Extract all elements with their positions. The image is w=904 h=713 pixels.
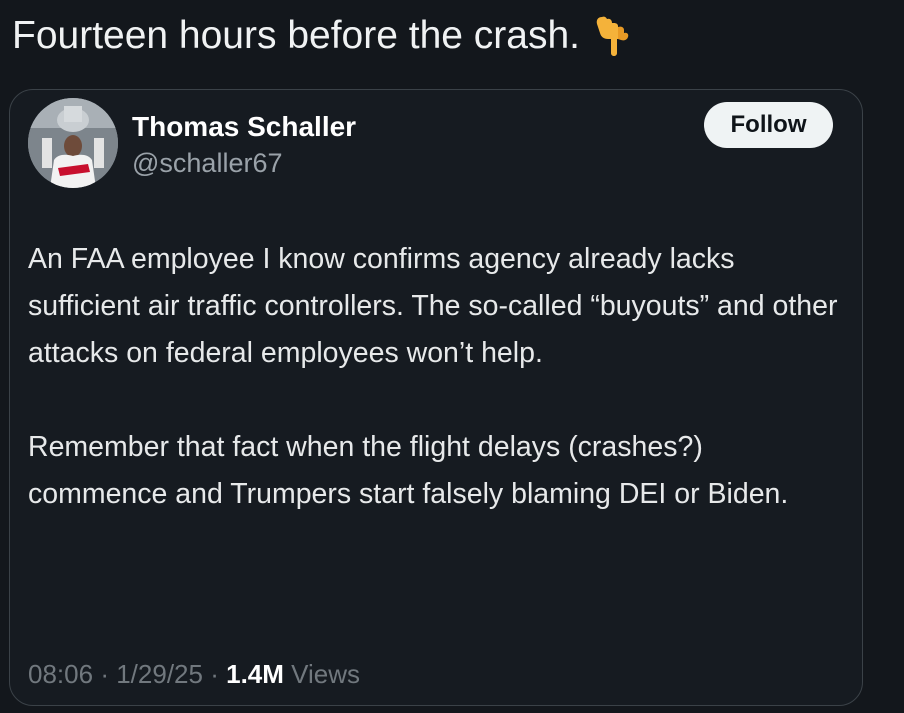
headline: Fourteen hours before the crash. [12,12,634,60]
pointing-down-hand-icon [594,13,634,59]
views-count[interactable]: 1.4M [226,659,284,689]
headline-text: Fourteen hours before the crash. [12,14,580,57]
tweet-meta: 08:06 · 1/29/25 · 1.4M Views [28,656,360,692]
meta-separator: · [100,659,109,689]
tweet-paragraph: An FAA employee I know confirms agency a… [28,243,838,369]
page: Fourteen hours before the crash. Thomas … [0,0,904,713]
tweet-paragraph: Remember that fact when the flight delay… [28,431,789,510]
views-label: Views [291,659,361,689]
embedded-tweet-card[interactable]: Thomas Schaller @schaller67 Follow An FA… [9,89,863,706]
author-name[interactable]: Thomas Schaller [132,110,356,144]
avatar[interactable] [28,98,118,188]
follow-button[interactable]: Follow [704,102,833,148]
tweet-date[interactable]: 1/29/25 [116,659,203,689]
tweet-body: An FAA employee I know confirms agency a… [28,236,848,518]
author-handle[interactable]: @schaller67 [132,146,282,180]
tweet-time[interactable]: 08:06 [28,659,93,689]
meta-separator: · [210,659,219,689]
